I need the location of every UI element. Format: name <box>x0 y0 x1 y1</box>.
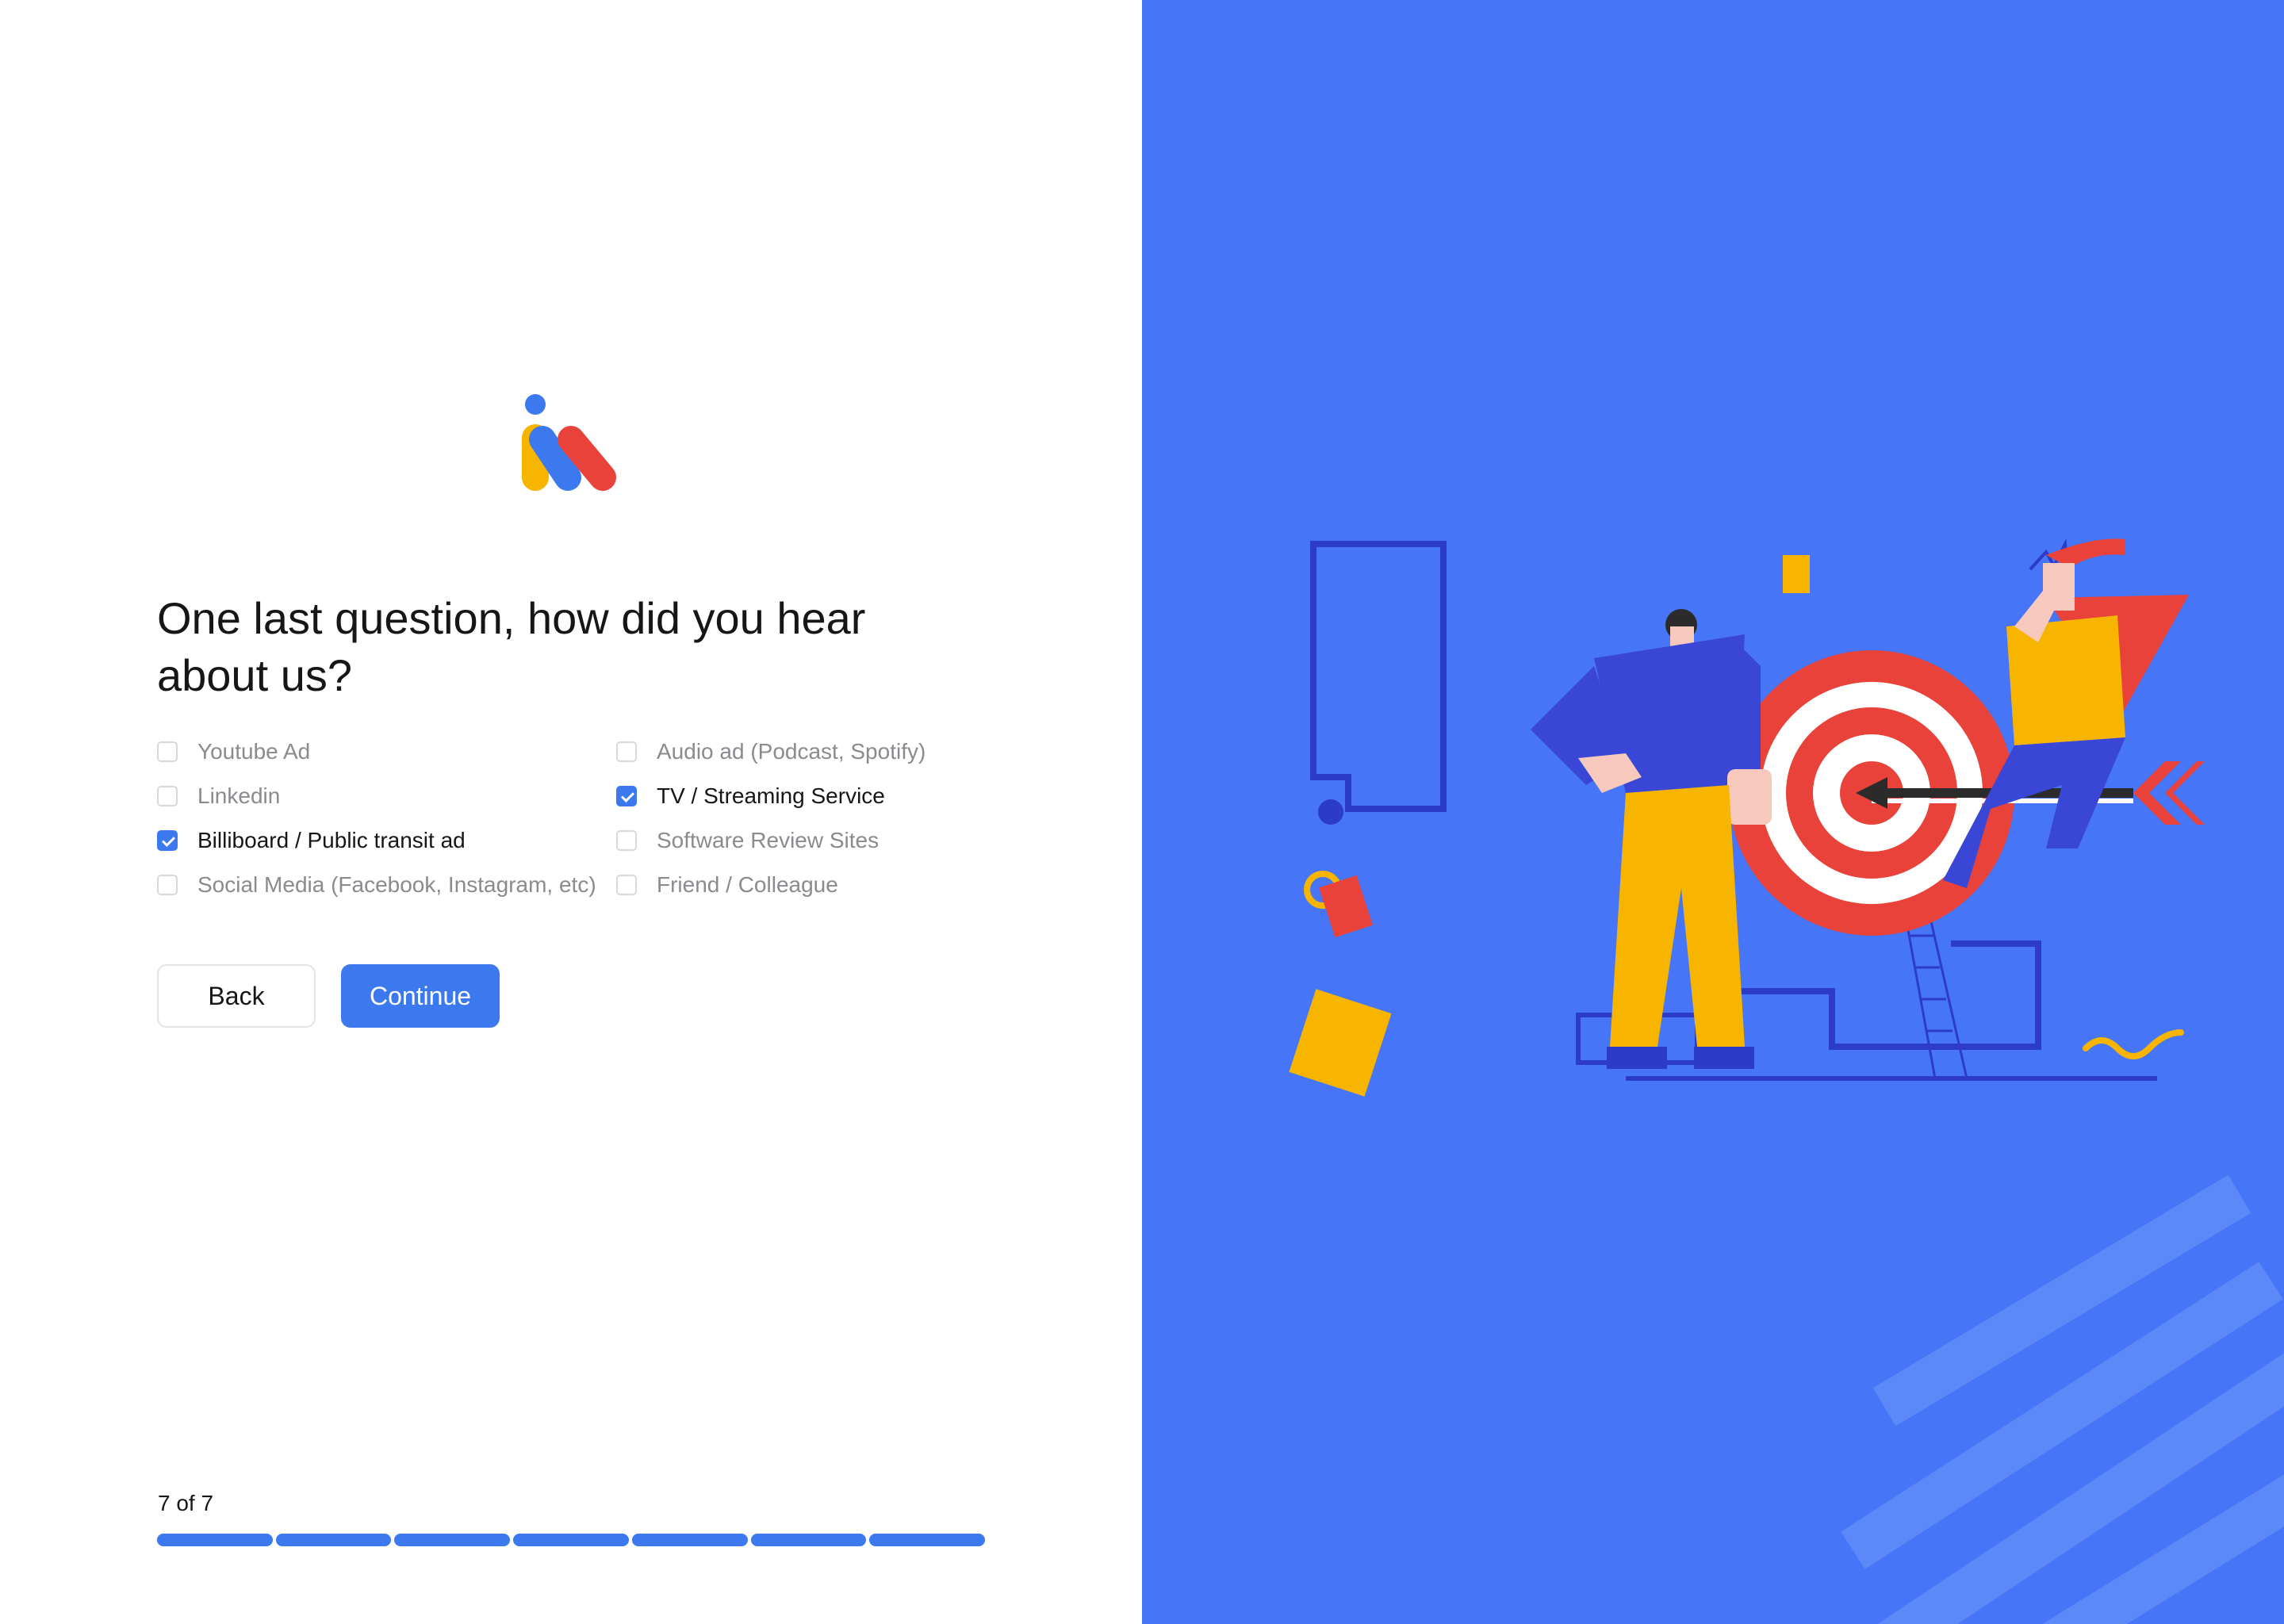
progress-segment <box>631 1534 748 1546</box>
option-friend-colleague[interactable]: Friend / Colleague <box>616 869 838 901</box>
option-checkbox[interactable] <box>157 875 178 895</box>
step-counter: 7 of 7 <box>158 1491 214 1515</box>
option-checkbox[interactable] <box>616 741 637 762</box>
option-checkbox[interactable] <box>157 741 178 762</box>
option-label: Audio ad (Podcast, Spotify) <box>657 739 926 764</box>
brand-watermark-icon <box>1841 1174 2284 1624</box>
question-title: One last question, how did you hear abou… <box>157 593 866 700</box>
target-arrow-illustration <box>1289 538 2205 1097</box>
option-social-media[interactable]: Social Media (Facebook, Instagram, etc) <box>157 869 596 901</box>
option-label: TV / Streaming Service <box>657 783 885 808</box>
brand-logo-icon <box>522 394 616 491</box>
progress-segment <box>394 1534 511 1546</box>
option-billboard[interactable]: Billiboard / Public transit ad <box>157 825 466 856</box>
option-checkbox[interactable] <box>616 830 637 851</box>
option-label: Linkedin <box>197 783 281 808</box>
progress-segment <box>750 1534 867 1546</box>
progress-segment <box>513 1534 629 1546</box>
option-software-review[interactable]: Software Review Sites <box>616 825 879 856</box>
back-button[interactable]: Back <box>157 964 316 1028</box>
continue-button[interactable]: Continue <box>341 964 500 1028</box>
option-label: Social Media (Facebook, Instagram, etc) <box>197 872 596 897</box>
option-checkbox[interactable] <box>616 786 637 806</box>
option-youtube-ad[interactable]: Youtube Ad <box>157 736 310 768</box>
option-checkbox[interactable] <box>157 830 178 851</box>
option-label: Youtube Ad <box>197 739 311 764</box>
option-label: Billiboard / Public transit ad <box>197 828 466 852</box>
option-checkbox[interactable] <box>157 786 178 806</box>
option-linkedin[interactable]: Linkedin <box>157 780 280 812</box>
progress-segment <box>157 1534 273 1546</box>
progress-bar <box>157 1534 986 1546</box>
illustration-panel <box>1142 0 2284 1624</box>
progress-segment <box>275 1534 392 1546</box>
progress-segment <box>869 1534 986 1546</box>
option-checkbox[interactable] <box>616 875 637 895</box>
onboarding-form-panel: One last question, how did you hear abou… <box>0 0 1142 1624</box>
option-tv-streaming[interactable]: TV / Streaming Service <box>616 780 885 812</box>
option-audio-ad[interactable]: Audio ad (Podcast, Spotify) <box>616 736 925 768</box>
option-label: Friend / Colleague <box>657 872 838 897</box>
option-label: Software Review Sites <box>657 828 879 852</box>
